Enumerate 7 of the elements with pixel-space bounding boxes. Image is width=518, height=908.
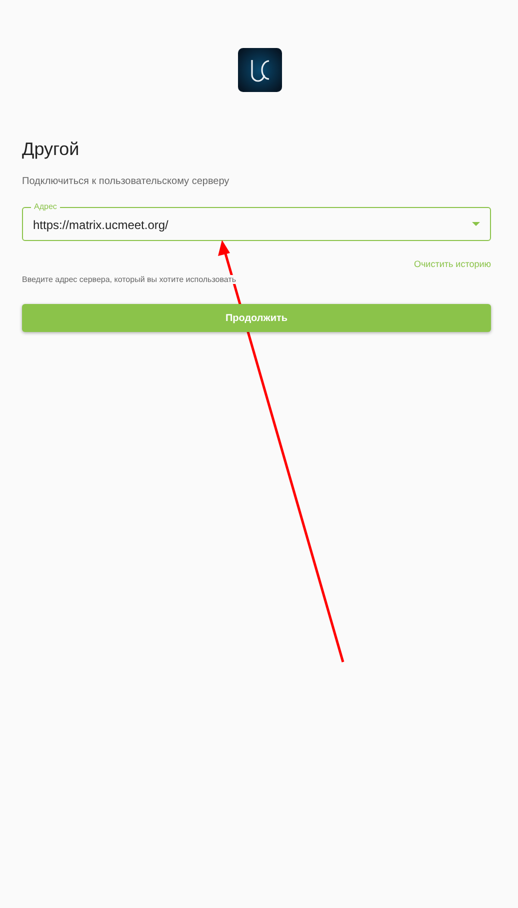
- dropdown-icon[interactable]: [472, 222, 480, 226]
- logo-icon: [238, 48, 282, 92]
- subtitle: Подключиться к пользовательскому серверу: [22, 176, 230, 187]
- page-title: Другой: [22, 139, 80, 160]
- helper-text: Введите адрес сервера, который вы хотите использовать: [22, 275, 236, 284]
- clear-history-link[interactable]: Очистить историю: [414, 259, 491, 269]
- continue-button[interactable]: Продолжить: [22, 304, 491, 332]
